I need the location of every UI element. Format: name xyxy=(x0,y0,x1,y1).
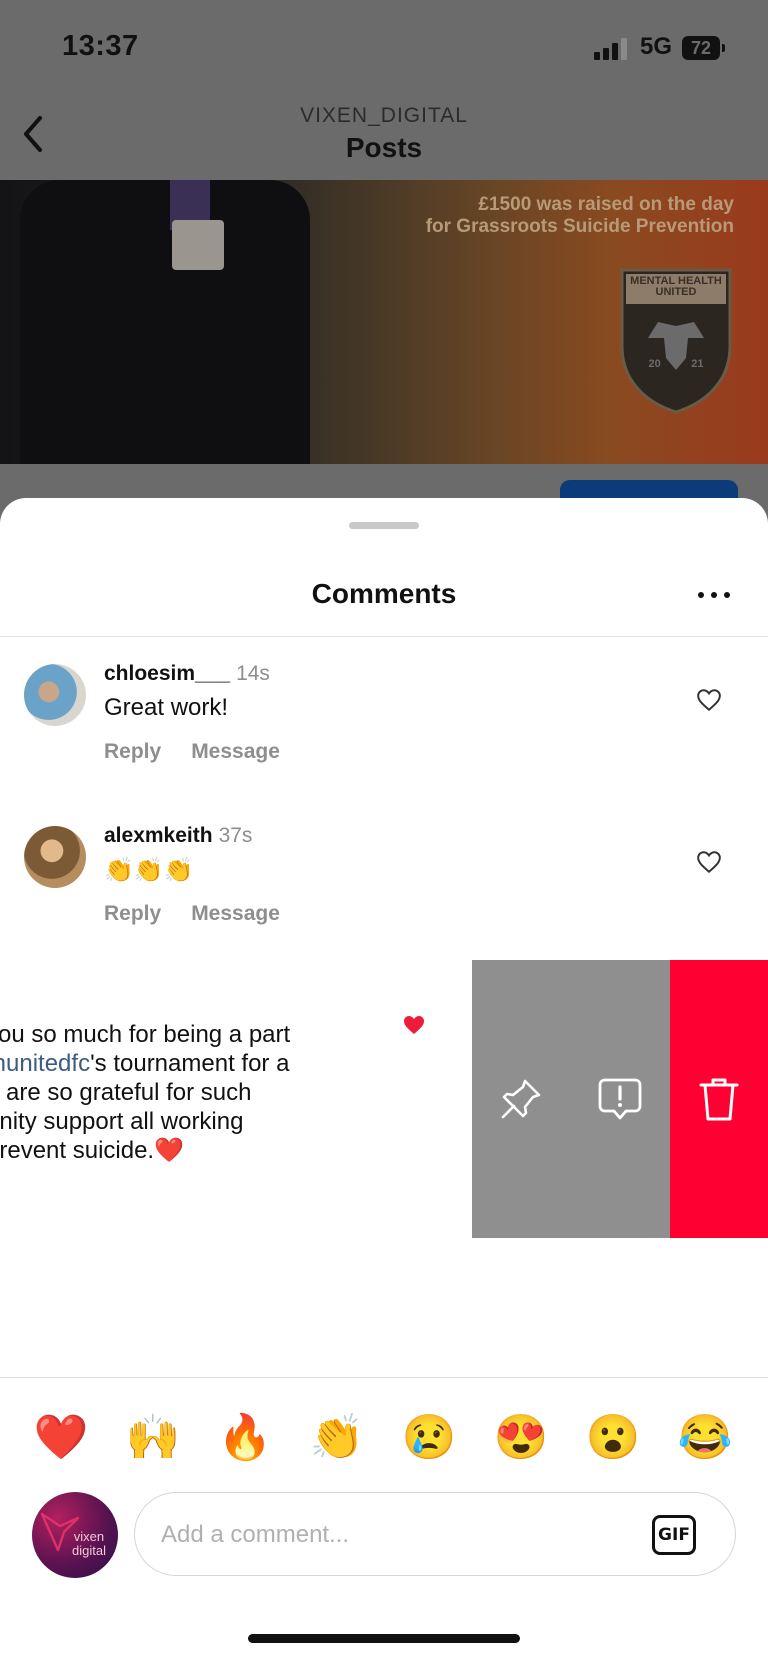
crest-text: MENTAL HEALTH UNITED xyxy=(630,275,722,298)
comment-header: alexmkeith 37s xyxy=(104,824,252,848)
crest-year-right: 21 xyxy=(691,358,704,370)
signal-icon xyxy=(594,38,630,60)
comment-text: Great work! xyxy=(104,694,229,721)
avatar-brand-line1: vixen xyxy=(73,1529,105,1544)
post-caption-line1: £1500 was raised on the day xyxy=(478,194,734,215)
comment-actions: Reply Message xyxy=(104,740,310,764)
message-button[interactable]: Message xyxy=(191,740,280,763)
reply-button[interactable]: Reply xyxy=(104,902,161,925)
gif-button[interactable]: GIF xyxy=(652,1515,696,1555)
comment-line: 's tournament for a xyxy=(90,1050,290,1077)
delete-comment-button[interactable] xyxy=(670,960,768,1238)
avatar[interactable] xyxy=(24,826,86,888)
post-photo-person xyxy=(20,180,310,464)
comment-header: chloesim___ 14s xyxy=(104,662,270,686)
mention-link[interactable]: thunitedfc xyxy=(0,1050,90,1077)
comment-item: alexmkeith 37s 👏👏👏 Reply Message xyxy=(0,798,768,938)
emoji-heart-eyes[interactable]: 😍 xyxy=(491,1408,551,1468)
sheet-title: Comments xyxy=(311,578,457,609)
comment-item: chloesim___ 14s Great work! Reply Message xyxy=(0,636,768,776)
avatar-brand-line2: digital xyxy=(72,1543,106,1558)
report-comment-button[interactable] xyxy=(570,960,670,1238)
home-indicator[interactable] xyxy=(248,1634,520,1643)
divider xyxy=(0,1377,768,1378)
comment-input-placeholder: Add a comment... xyxy=(161,1521,350,1548)
avatar-brand: vixen digital xyxy=(72,1530,106,1558)
comments-sheet: Comments chloesim___ 14s Great work! Repl… xyxy=(0,498,768,1662)
crest-year-left: 20 xyxy=(648,358,661,370)
like-heart-icon[interactable] xyxy=(696,688,722,712)
user-avatar[interactable]: vixen digital xyxy=(32,1492,118,1578)
comment-line: e are so grateful for such xyxy=(0,1079,252,1106)
network-label: 5G xyxy=(640,33,673,60)
post-image: £1500 was raised on the day for Grassroo… xyxy=(0,180,768,464)
screen: 13:37 5G 72 VIXEN_DIGITAL Posts £1500 wa… xyxy=(0,0,768,1662)
more-options-button[interactable] xyxy=(694,580,734,610)
battery-tip xyxy=(722,44,725,52)
pin-icon xyxy=(501,1079,541,1119)
emoji-heart[interactable]: ❤️ xyxy=(31,1408,91,1468)
liked-heart-icon[interactable] xyxy=(401,1014,427,1036)
page-title: Posts xyxy=(345,132,423,163)
emoji-surprised[interactable]: 😮 xyxy=(583,1408,643,1468)
emoji-fire[interactable]: 🔥 xyxy=(215,1408,275,1468)
like-heart-icon[interactable] xyxy=(696,850,722,874)
emoji-reaction-bar: ❤️ 🙌 🔥 👏 😢 😍 😮 😂 xyxy=(0,1408,768,1468)
account-name: VIXEN_DIGITAL xyxy=(300,104,468,127)
emoji-crying[interactable]: 😢 xyxy=(399,1408,459,1468)
swiped-comment: you so much for being a part thunitedfc'… xyxy=(0,960,768,1238)
comment-text: 👏👏👏 xyxy=(104,857,194,884)
swiped-comment-text: you so much for being a part thunitedfc'… xyxy=(0,1020,366,1165)
comment-line: unity support all working xyxy=(0,1108,244,1135)
sheet-grabber[interactable] xyxy=(349,522,419,529)
post-caption-line2: for Grassroots Suicide Prevention xyxy=(425,216,734,237)
post-photo-badge xyxy=(172,220,224,270)
comment-line-mention: thunitedfc's tournament for a xyxy=(0,1049,366,1078)
trash-icon xyxy=(699,1078,739,1121)
emoji-clap[interactable]: 👏 xyxy=(307,1408,367,1468)
report-icon xyxy=(598,1078,642,1120)
comment-actions: Reply Message xyxy=(104,902,310,926)
status-bar: 13:37 5G 72 xyxy=(0,0,768,100)
message-button[interactable]: Message xyxy=(191,902,280,925)
post-caption: £1500 was raised on the day for Grassroo… xyxy=(426,194,734,238)
emoji-raised-hands[interactable]: 🙌 xyxy=(123,1408,183,1468)
comment-username[interactable]: chloesim___ xyxy=(104,662,230,685)
comment-time: 37s xyxy=(218,824,253,847)
comment-time: 14s xyxy=(236,662,270,685)
crest-year: 20 21 xyxy=(620,358,732,370)
battery-icon: 72 xyxy=(682,36,720,60)
emoji-laughing[interactable]: 😂 xyxy=(675,1408,735,1468)
comment-line: you so much for being a part xyxy=(0,1021,291,1048)
comment-line: prevent suicide.❤️ xyxy=(0,1137,184,1164)
avatar[interactable] xyxy=(24,664,86,726)
comment-input[interactable]: Add a comment... xyxy=(134,1492,736,1576)
status-time: 13:37 xyxy=(62,30,139,62)
reply-button[interactable]: Reply xyxy=(104,740,161,763)
nav-bar: VIXEN_DIGITAL Posts xyxy=(0,100,768,180)
pin-comment-button[interactable] xyxy=(472,960,570,1238)
comment-username[interactable]: alexmkeith xyxy=(104,824,213,847)
